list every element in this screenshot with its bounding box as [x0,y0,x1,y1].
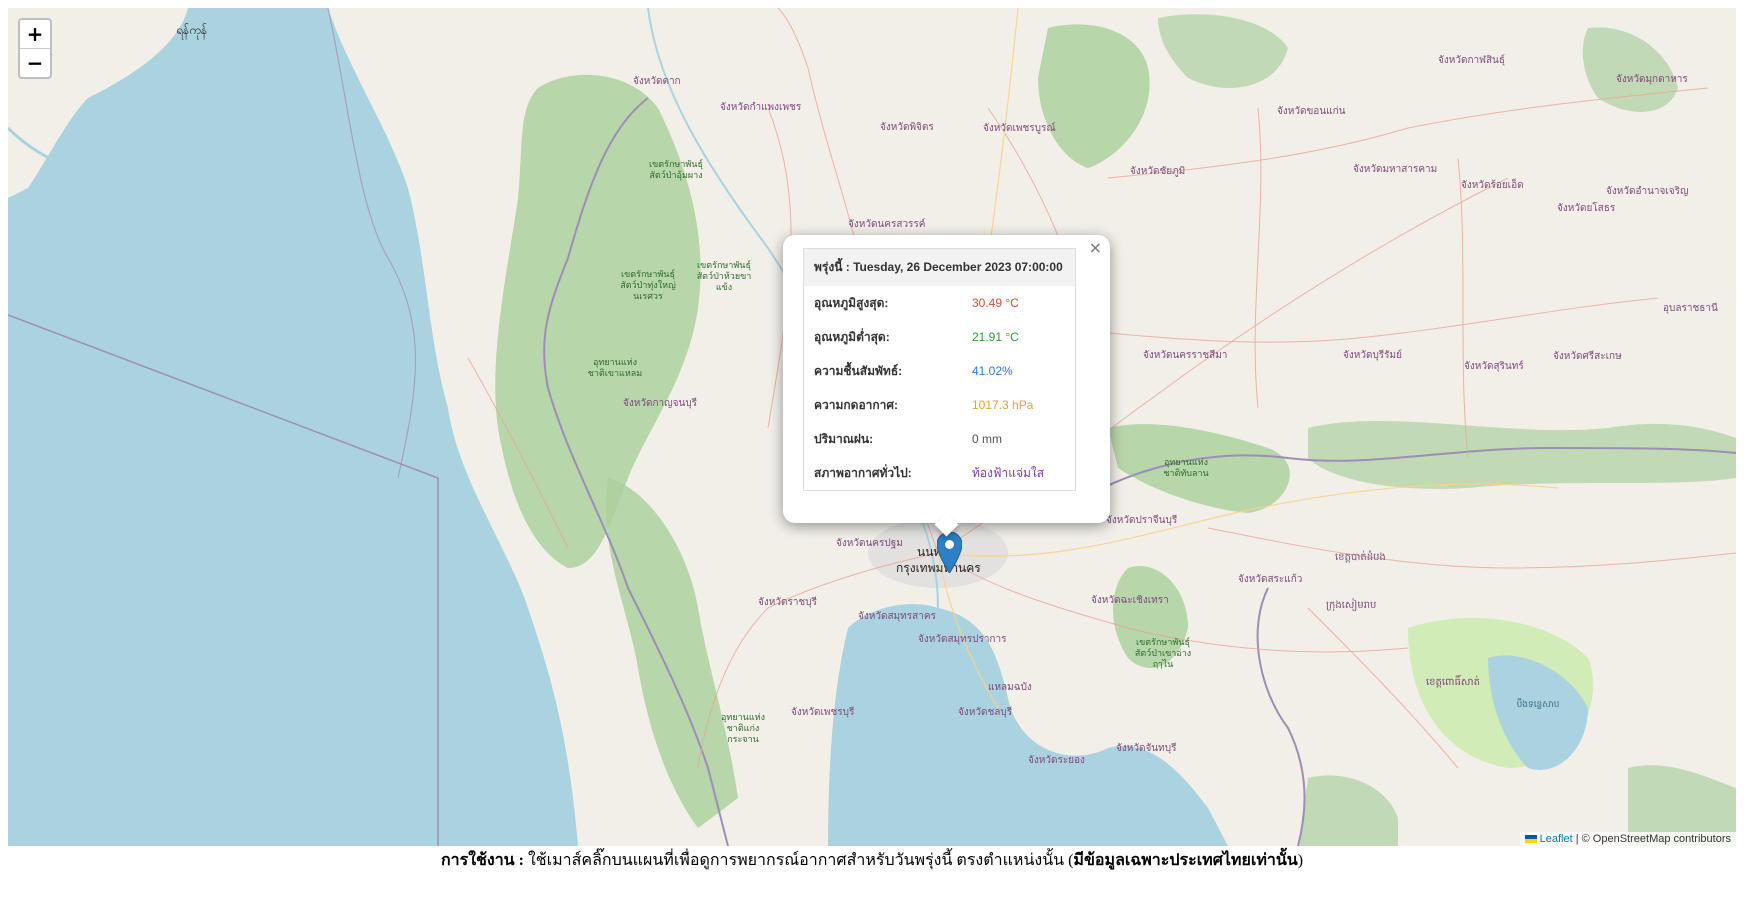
weather-row: อุณหภูมิสูงสุด: 30.49 °C [804,286,1076,320]
map-label-cambodia-2: ខេត្តបាត់ដំបង [1335,552,1386,563]
map-label-yangon: ရန်ကုန် [176,23,208,37]
map-label-samutsakhon: จังหวัดสมุทรสาคร [858,611,936,622]
map-label-amnat: จังหวัดอำนาจเจริญ [1606,186,1689,197]
map-label-buriram: จังหวัดบุรีรัมย์ [1343,350,1402,361]
map-label-khonkaen: จังหวัดขอนแก่น [1277,106,1346,117]
map-label-phetchabun: จังหวัดเพชรบูรณ์ [983,123,1056,134]
map-label-nakhonratchasima: จังหวัดนครราชสีมา [1143,350,1228,361]
map-label-park-4: อุทยานแห่งชาติเขาแหลม [587,358,643,379]
map-label-tak: จังหวัดตาก [633,76,681,87]
weather-value: 0 mm [972,432,1002,446]
map-label-nakhonpathom: จังหวัดนครปฐม [836,538,903,549]
weather-value: 1017.3 hPa [972,398,1034,412]
map-label-park-1: เขตรักษาพันธุ์สัตว์ป่าอุ้มผาง [649,160,703,181]
map-label-chanthaburi: จังหวัดจันทบุรี [1116,743,1177,754]
weather-row: ความกดอากาศ: 1017.3 hPa [804,388,1076,422]
leaflet-link[interactable]: Leaflet [1540,833,1573,845]
weather-label: อุณหภูมิต่ำสุด: [814,329,890,344]
map-label-cambodia-1: ក្រុងសៀមរាប [1326,600,1377,611]
map-label-sisaket: จังหวัดศรีสะเกษ [1553,351,1622,362]
weather-label: ความชื้นสัมพัทธ์: [814,363,903,378]
weather-value: 30.49 °C [972,296,1019,310]
map-label-park-6: เขตรักษาพันธุ์สัตว์ป่าเขาอ่างฤๅไน [1134,638,1192,670]
map-label-nakhonsawan: จังหวัดนครสวรรค์ [848,219,926,230]
map-label-yasothon: จังหวัดยโสธร [1557,203,1616,214]
map-label-mukdahan: จังหวัดมุกดาหาร [1616,74,1688,85]
ukraine-flag-icon [1524,835,1537,844]
map-attribution: Leaflet | © OpenStreetMap contributors [1519,832,1736,846]
map-label-rayong: จังหวัดระยอง [1028,755,1085,766]
map-label-ubon: อุบลราชธานี [1663,303,1718,314]
weather-value: 21.91 °C [972,330,1019,344]
map-label-phichit: จังหวัดพิจิตร [880,122,934,133]
map-label-prachinburi: จังหวัดปราจีนบุรี [1106,515,1178,526]
weather-value: 41.02% [972,364,1013,378]
weather-label: อุณหภูมิสูงสุด: [814,295,889,310]
weather-label: ความกดอากาศ: [814,397,899,412]
map-container[interactable]: + − ရန်ကုန် จังหวัดตาก จังหวัดกำแพงเพชร … [8,8,1736,846]
weather-label: ปริมาณฝน: [814,431,874,446]
weather-row: สภาพอากาศทั่วไป: ท้องฟ้าแจ่มใส [804,456,1076,491]
map-label-kamphaeng: จังหวัดกำแพงเพชร [720,102,802,113]
weather-row: ความชื้นสัมพัทธ์: 41.02% [804,354,1076,388]
map-label-park-7: อุทยานแห่งชาติทับลาน [1163,458,1209,479]
weather-header: พรุ่งนี้ : Tuesday, 26 December 2023 07:… [803,248,1076,286]
map-label-surin: จังหวัดสุรินทร์ [1464,361,1524,372]
map-label-park-3: เขตรักษาพันธุ์สัตว์ป่าห้วยขาแข้ง [696,261,752,293]
map-label-park-2: เขตรักษาพันธุ์สัตว์ป่าทุ่งใหญ่นเรศวร [620,270,676,302]
map-label-tonle-sap: បឹងទន្លេសាប [1516,700,1560,710]
map-label-kanchanaburi: จังหวัดกาญจนบุรี [623,398,698,409]
instructions-bold: มีข้อมูลเฉพาะประเทศไทยเท่านั้น [1073,852,1298,869]
usage-instructions: การใช้งาน : ใช้เมาส์คลิ๊กบนแผนที่เพื่อดู… [0,846,1744,873]
map-label-samutprakan: จังหวัดสมุทรปราการ [918,634,1007,645]
instructions-prefix: การใช้งาน : [440,852,524,869]
weather-row: ปริมาณฝน: 0 mm [804,422,1076,456]
map-label-chaiyaphum: จังหวัดชัยภูมิ [1130,166,1186,177]
instructions-suffix: ) [1297,852,1304,869]
map-label-cambodia-3: ខេត្តពោធិ៍សាត់ [1426,677,1480,688]
map-label-laemchabang: แหลมฉบัง [988,682,1032,693]
weather-popup: × พรุ่งนี้ : Tuesday, 26 December 2023 0… [783,235,1110,537]
map-label-phetchaburi: จังหวัดเพชรบุรี [791,707,855,718]
map-label-kalasin: จังหวัดกาฬสินธุ์ [1438,55,1505,66]
popup-close-button[interactable]: × [1089,238,1102,257]
map-label-roiet: จังหวัดร้อยเอ็ด [1461,180,1524,191]
map-label-chonburi: จังหวัดชลบุรี [958,707,1013,718]
map-label-ratchaburi: จังหวัดราชบุรี [758,597,817,608]
zoom-control: + − [18,18,52,79]
location-marker-icon[interactable] [937,532,962,573]
map-label-mahasarakham: จังหวัดมหาสารคาม [1353,164,1438,175]
zoom-out-button[interactable]: − [20,48,50,77]
zoom-in-button[interactable]: + [20,20,50,48]
weather-value: ท้องฟ้าแจ่มใส [972,465,1045,480]
weather-table: พรุ่งนี้ : Tuesday, 26 December 2023 07:… [803,248,1076,491]
weather-row: อุณหภูมิต่ำสุด: 21.91 °C [804,320,1076,354]
attribution-text: | © OpenStreetMap contributors [1575,833,1731,845]
weather-label: สภาพอากาศทั่วไป: [814,465,912,480]
map-label-park-5: อุทยานแห่งชาติแก่งกระจาน [721,713,765,745]
instructions-text: ใช้เมาส์คลิ๊กบนแผนที่เพื่อดูการพยากรณ์อา… [523,852,1074,869]
map-label-sakaeo: จังหวัดสระแก้ว [1238,574,1303,585]
map-label-chachoengsao: จังหวัดฉะเชิงเทรา [1091,595,1169,606]
